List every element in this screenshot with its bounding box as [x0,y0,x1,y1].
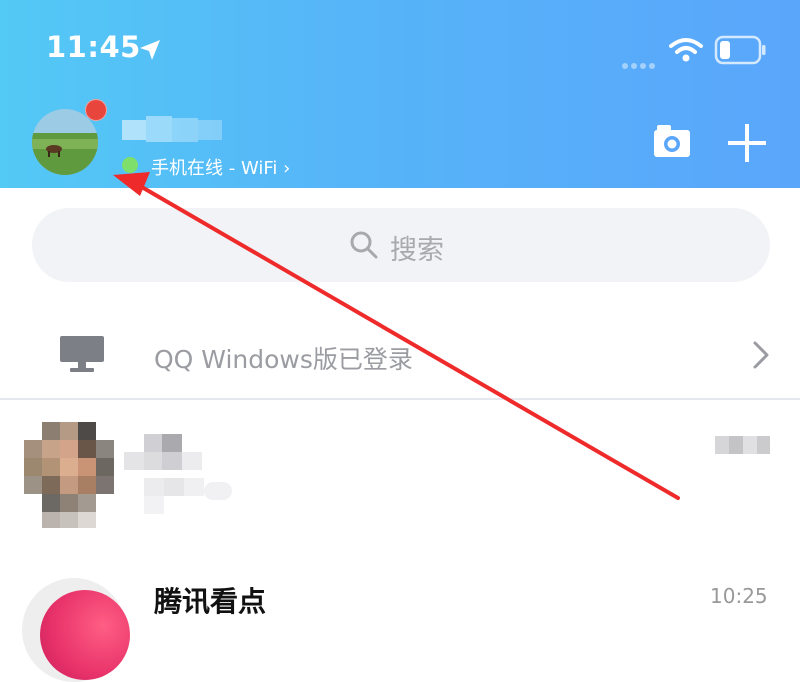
chevron-right-small-icon: › [283,158,291,179]
camera-icon[interactable] [652,123,692,159]
location-arrow-icon [140,40,160,60]
chevron-right-icon [753,341,769,369]
notification-dot [85,99,107,121]
monitor-icon [60,336,104,372]
online-status-label[interactable]: 手机在线 - WiFi › [151,154,290,180]
signal-dots-icon [622,54,658,73]
search-placeholder: 搜索 [390,235,444,266]
device-login-label: QQ Windows版已登录 [154,345,413,374]
online-status-text: 手机在线 - WiFi [151,158,278,179]
chat-name-pixelated [124,434,232,514]
online-status-dot [122,157,138,173]
chat-time-pixelated [715,436,770,454]
wifi-icon [669,38,703,62]
nickname-blurred [122,116,222,142]
user-avatar[interactable] [32,109,98,175]
battery-icon [714,35,766,65]
landscape-photo-icon [32,109,98,175]
chat-time: 10:25 [710,584,768,608]
plus-icon[interactable] [726,122,768,164]
header-bar [0,0,800,188]
chat-name: 腾讯看点 [154,585,267,618]
tencent-news-logo [40,590,130,680]
status-time: 11:45 [46,30,141,64]
chat-avatar-pixelated[interactable] [20,420,124,530]
search-icon [350,231,378,259]
